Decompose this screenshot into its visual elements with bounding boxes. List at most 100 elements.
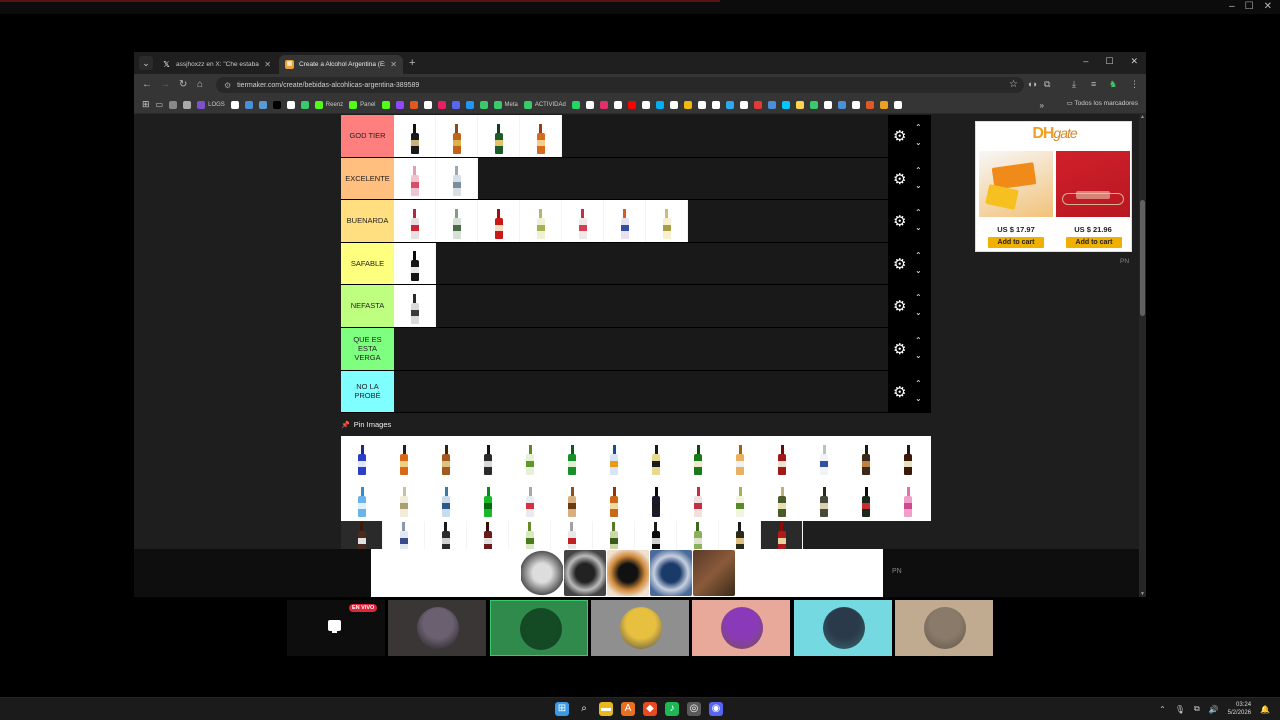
- pool-item[interactable]: [677, 478, 719, 520]
- scroll-thumb[interactable]: [1140, 200, 1145, 316]
- participant-tile[interactable]: [388, 600, 487, 656]
- close-tab-icon[interactable]: ✕: [264, 60, 271, 69]
- bookmark-item[interactable]: [300, 98, 309, 112]
- participant-tile[interactable]: [692, 600, 791, 656]
- pool-item[interactable]: [425, 521, 467, 552]
- brave-icon[interactable]: ◆: [643, 702, 657, 716]
- participant-tile[interactable]: EN VIVO: [287, 600, 385, 656]
- apps-grid-icon[interactable]: ⊞: [142, 98, 150, 112]
- banner-ad-content[interactable]: [371, 549, 883, 597]
- clock[interactable]: 03:24 5/2/2026: [1228, 701, 1251, 717]
- pool-item[interactable]: [677, 521, 719, 552]
- bookmark-item[interactable]: [585, 98, 594, 112]
- tier-label[interactable]: QUE ES ESTA VERGA: [341, 327, 394, 370]
- pool-item[interactable]: [677, 436, 719, 478]
- spotify-icon[interactable]: ♪: [665, 702, 679, 716]
- folder-icon[interactable]: ▭: [156, 98, 164, 112]
- bookmark-item[interactable]: [739, 98, 748, 112]
- tier-label[interactable]: NEFASTA: [341, 285, 394, 327]
- outer-maximize-button[interactable]: ☐: [1245, 1, 1254, 12]
- bookmark-item[interactable]: Panel: [349, 98, 376, 112]
- bookmark-item[interactable]: Reenz: [314, 98, 343, 112]
- pool-item[interactable]: [509, 436, 551, 478]
- minimize-button[interactable]: –: [1083, 56, 1088, 67]
- pool-item[interactable]: [719, 478, 761, 520]
- bookmark-item[interactable]: [183, 98, 192, 112]
- participant-tile[interactable]: [590, 600, 689, 656]
- bookmark-item[interactable]: [599, 98, 608, 112]
- tier-item[interactable]: [520, 200, 562, 242]
- bookmark-item[interactable]: LOGS: [197, 98, 225, 112]
- pool-item[interactable]: [341, 436, 383, 478]
- bookmark-item[interactable]: [571, 98, 580, 112]
- extensions-icon[interactable]: ⧉: [1044, 79, 1050, 90]
- tier-item[interactable]: [604, 200, 646, 242]
- tier-item[interactable]: [646, 200, 688, 242]
- bookmark-item[interactable]: [272, 98, 281, 112]
- bookmark-item[interactable]: [465, 98, 474, 112]
- pool-item[interactable]: [551, 436, 593, 478]
- bookmark-item[interactable]: [244, 98, 253, 112]
- outer-close-button[interactable]: ✕: [1264, 1, 1272, 12]
- bookmark-item[interactable]: [767, 98, 776, 112]
- bookmark-item[interactable]: [451, 98, 460, 112]
- bookmark-item[interactable]: Meta: [493, 98, 518, 112]
- pool-item[interactable]: [383, 436, 425, 478]
- microphone-icon[interactable]: 🎙: [1175, 705, 1185, 714]
- tray-overflow-icon[interactable]: ⌃: [1159, 705, 1166, 714]
- bookmark-item[interactable]: [781, 98, 790, 112]
- bookmark-item[interactable]: [809, 98, 818, 112]
- bookmark-item[interactable]: [823, 98, 832, 112]
- pool-item[interactable]: [509, 521, 551, 552]
- all-bookmarks-button[interactable]: ▭ Todos los marcadores: [1062, 99, 1138, 107]
- bookmark-item[interactable]: [437, 98, 446, 112]
- close-tab-icon[interactable]: ✕: [390, 60, 397, 69]
- pool-item[interactable]: [341, 521, 383, 552]
- bookmark-item[interactable]: [286, 98, 295, 112]
- tier-settings-gear-icon[interactable]: ⚙: [893, 129, 906, 144]
- tier-move-down-icon[interactable]: ⌄: [915, 305, 922, 320]
- bookmark-item[interactable]: [230, 98, 239, 112]
- tier-move-down-icon[interactable]: ⌄: [915, 220, 922, 235]
- tab-list-button[interactable]: ⌄: [139, 56, 153, 70]
- pool-item[interactable]: [509, 478, 551, 520]
- pool-item[interactable]: [761, 436, 803, 478]
- pool-item[interactable]: [467, 436, 509, 478]
- forward-button[interactable]: →: [160, 79, 170, 90]
- tier-item[interactable]: [520, 115, 562, 157]
- bookmark-item[interactable]: [613, 98, 622, 112]
- add-to-cart-button[interactable]: Add to cart: [988, 237, 1044, 248]
- bookmark-item[interactable]: [381, 98, 390, 112]
- tier-item[interactable]: [394, 157, 436, 200]
- tier-move-up-icon[interactable]: ⌃: [915, 333, 922, 348]
- tier-move-down-icon[interactable]: ⌄: [915, 263, 922, 278]
- menu-icon[interactable]: ⋮: [1130, 79, 1139, 90]
- pool-item[interactable]: [803, 478, 845, 520]
- bookmark-item[interactable]: [851, 98, 860, 112]
- bookmark-item[interactable]: [479, 98, 488, 112]
- bookmark-item[interactable]: [697, 98, 706, 112]
- tier-move-up-icon[interactable]: ⌃: [915, 290, 922, 305]
- participant-tile[interactable]: [793, 600, 892, 656]
- tier-label[interactable]: GOD TIER: [341, 115, 394, 157]
- pool-item[interactable]: [467, 521, 509, 552]
- bookmark-item[interactable]: [795, 98, 804, 112]
- tier-settings-gear-icon[interactable]: ⚙: [893, 342, 906, 357]
- page-scrollbar[interactable]: ▲ ▼: [1139, 114, 1146, 597]
- dhgate-ad[interactable]: DHgate US $ 17.97 US $ 21.96 Add to cart…: [975, 121, 1132, 252]
- tier-item[interactable]: [562, 200, 604, 242]
- tier-item[interactable]: [478, 115, 520, 157]
- tier-move-down-icon[interactable]: ⌄: [915, 391, 922, 406]
- tier-item[interactable]: [436, 157, 478, 200]
- tier-item[interactable]: [478, 200, 520, 242]
- participant-tile[interactable]: [894, 600, 993, 656]
- address-bar[interactable]: ⚙ tiermaker.com/create/bebidas-alcohlica…: [216, 77, 1024, 93]
- pool-item[interactable]: [593, 521, 635, 552]
- pool-item[interactable]: [887, 478, 929, 520]
- add-to-cart-button[interactable]: Add to cart: [1066, 237, 1122, 248]
- pool-item[interactable]: [635, 521, 677, 552]
- bookmark-item[interactable]: [409, 98, 418, 112]
- tier-item[interactable]: [394, 242, 436, 285]
- pool-item[interactable]: [761, 478, 803, 520]
- app-orange-icon[interactable]: A: [621, 702, 635, 716]
